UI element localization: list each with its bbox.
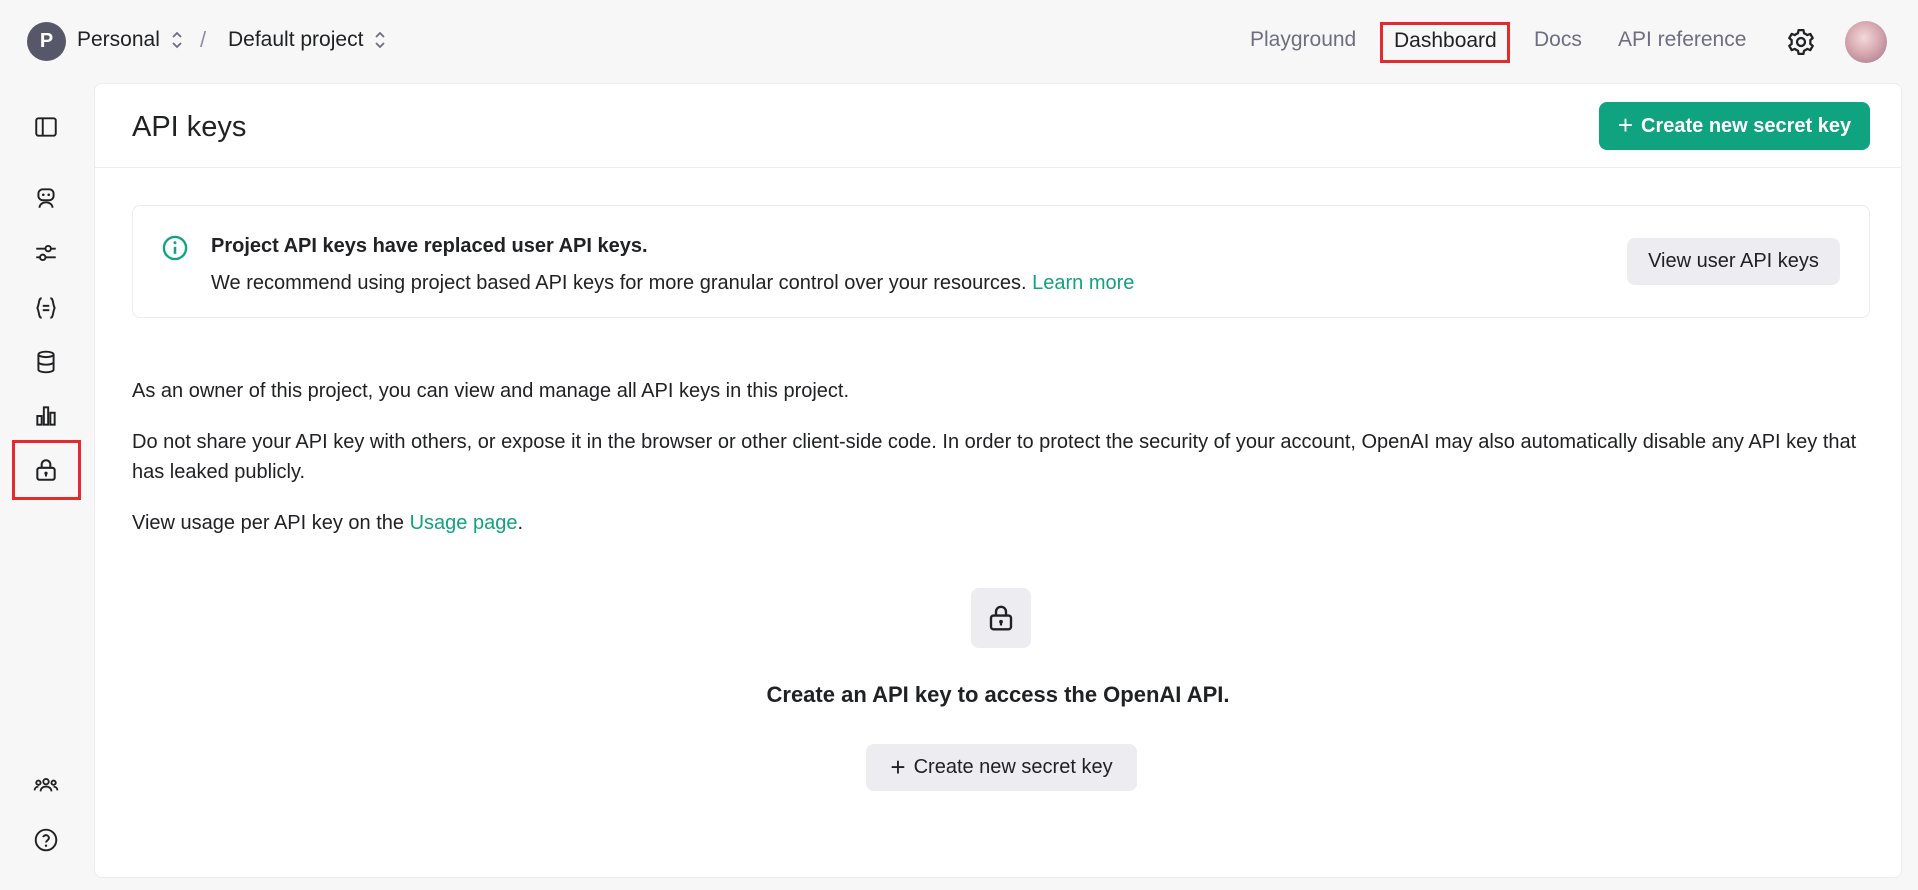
- panel-header: API keys + Create new secret key: [95, 84, 1901, 168]
- main-panel: API keys + Create new secret key Project…: [94, 83, 1902, 878]
- top-bar: P Personal / Default project Playground …: [0, 0, 1918, 83]
- plus-icon: +: [1617, 110, 1634, 140]
- org-name: Personal: [77, 28, 160, 51]
- nav-playground[interactable]: Playground: [1250, 28, 1356, 52]
- lock-icon: [989, 605, 1013, 631]
- notice-title: Project API keys have replaced user API …: [211, 235, 648, 257]
- chevron-updown-icon: [172, 31, 182, 49]
- create-secret-key-label: Create new secret key: [1641, 114, 1852, 137]
- nav-api-reference[interactable]: API reference: [1618, 28, 1746, 52]
- breadcrumb-separator: /: [200, 27, 207, 52]
- nav-docs[interactable]: Docs: [1534, 28, 1582, 52]
- org-avatar[interactable]: P: [27, 22, 66, 61]
- owner-info-text: As an owner of this project, you can vie…: [132, 380, 850, 402]
- usage-info-suffix: .: [517, 512, 524, 534]
- assistants-robot-icon[interactable]: [27, 179, 65, 217]
- org-switcher[interactable]: Personal: [77, 28, 184, 52]
- storage-database-icon[interactable]: [27, 343, 65, 381]
- info-icon: [162, 235, 188, 261]
- usage-page-link[interactable]: Usage page: [410, 512, 518, 534]
- learn-more-link[interactable]: Learn more: [1032, 272, 1134, 294]
- empty-state-icon-box: [971, 588, 1031, 648]
- user-avatar[interactable]: [1845, 21, 1887, 63]
- create-secret-key-button[interactable]: + Create new secret key: [1599, 102, 1870, 150]
- batches-braces-icon[interactable]: [27, 289, 65, 327]
- notice-banner: Project API keys have replaced user API …: [132, 205, 1870, 318]
- notice-body: We recommend using project based API key…: [211, 272, 1134, 295]
- sidebar-toggle-icon[interactable]: [27, 108, 65, 146]
- usage-info-text: View usage per API key on the Usage page…: [132, 508, 1872, 538]
- plus-icon: +: [890, 751, 906, 782]
- help-question-icon[interactable]: [27, 821, 65, 859]
- security-warning-text: Do not share your API key with others, o…: [132, 431, 1857, 483]
- notice-body-text: We recommend using project based API key…: [211, 272, 1027, 294]
- team-people-icon[interactable]: [27, 767, 65, 805]
- empty-state-create-key-label: Create new secret key: [913, 756, 1113, 778]
- project-switcher[interactable]: Default project: [228, 28, 387, 52]
- empty-state-title: Create an API key to access the OpenAI A…: [766, 682, 1230, 707]
- view-user-api-keys-button[interactable]: View user API keys: [1627, 238, 1840, 285]
- gear-icon[interactable]: [1786, 27, 1816, 57]
- project-name: Default project: [228, 28, 364, 51]
- usage-bar-chart-icon[interactable]: [27, 397, 65, 435]
- nav-dashboard[interactable]: Dashboard: [1380, 22, 1510, 63]
- page-title: API keys: [132, 111, 247, 143]
- chevron-updown-icon: [375, 31, 386, 49]
- fine-tuning-sliders-icon[interactable]: [27, 234, 65, 272]
- empty-state-create-key-button[interactable]: + Create new secret key: [866, 744, 1137, 791]
- api-keys-lock-icon[interactable]: [27, 451, 65, 489]
- usage-info-prefix: View usage per API key on the: [132, 512, 405, 534]
